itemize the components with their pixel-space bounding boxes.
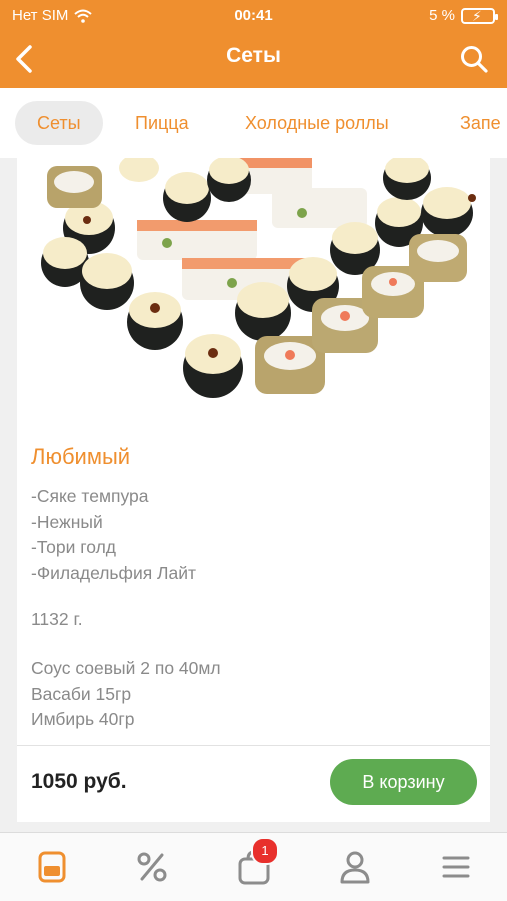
product-extras: Соус соевый 2 по 40мл Васаби 15гр Имбирь…: [31, 656, 221, 733]
page-title: Сеты: [226, 44, 281, 67]
status-right: 5 % ⚡: [429, 7, 498, 24]
cart-badge: 1: [251, 837, 279, 865]
nav-bar: Сеты: [0, 30, 507, 88]
extras-line: Васаби 15гр: [31, 683, 132, 704]
tab-cold-rolls[interactable]: Холодные роллы: [223, 101, 411, 145]
percent-icon[interactable]: [132, 847, 172, 887]
product-photo: [17, 158, 490, 428]
tab-sets[interactable]: Сеты: [15, 101, 103, 145]
product-card[interactable]: Любимый -Сяке темпура -Нежный -Тори голд…: [17, 158, 490, 822]
search-icon[interactable]: [459, 44, 489, 74]
hamburger-menu-icon[interactable]: [436, 847, 476, 887]
divider: [17, 745, 490, 746]
bottom-nav: 1: [0, 832, 507, 901]
product-name: Любимый: [31, 444, 131, 469]
description-line: -Филадельфия Лайт: [31, 562, 197, 583]
category-tabs: Сеты Пицца Холодные роллы Запе: [0, 88, 507, 158]
tab-pizza[interactable]: Пицца: [113, 101, 211, 145]
cart-tab[interactable]: 1: [234, 837, 279, 887]
tab-baked[interactable]: Запе: [438, 101, 507, 145]
description-line: -Сяке темпура: [31, 486, 149, 506]
description-line: -Тори голд: [31, 537, 117, 557]
product-weight: 1132 г.: [31, 609, 83, 629]
menu-card-icon[interactable]: [32, 847, 72, 887]
extras-line: Соус соевый 2 по 40мл: [31, 658, 221, 678]
profile-icon[interactable]: [335, 847, 375, 887]
battery-icon: ⚡: [461, 7, 498, 24]
status-bar: Нет SIM 00:41 5 % ⚡: [0, 0, 507, 30]
product-description: -Сяке темпура -Нежный -Тори голд -Филаде…: [31, 484, 471, 586]
battery-percent: 5 %: [429, 7, 455, 24]
description-line: -Нежный: [31, 511, 103, 532]
product-price: 1050 руб.: [31, 770, 127, 793]
add-to-cart-button[interactable]: В корзину: [330, 759, 477, 805]
extras-line: Имбирь 40гр: [31, 709, 135, 729]
top-bar: Нет SIM 00:41 5 % ⚡ Сеты: [0, 0, 507, 88]
